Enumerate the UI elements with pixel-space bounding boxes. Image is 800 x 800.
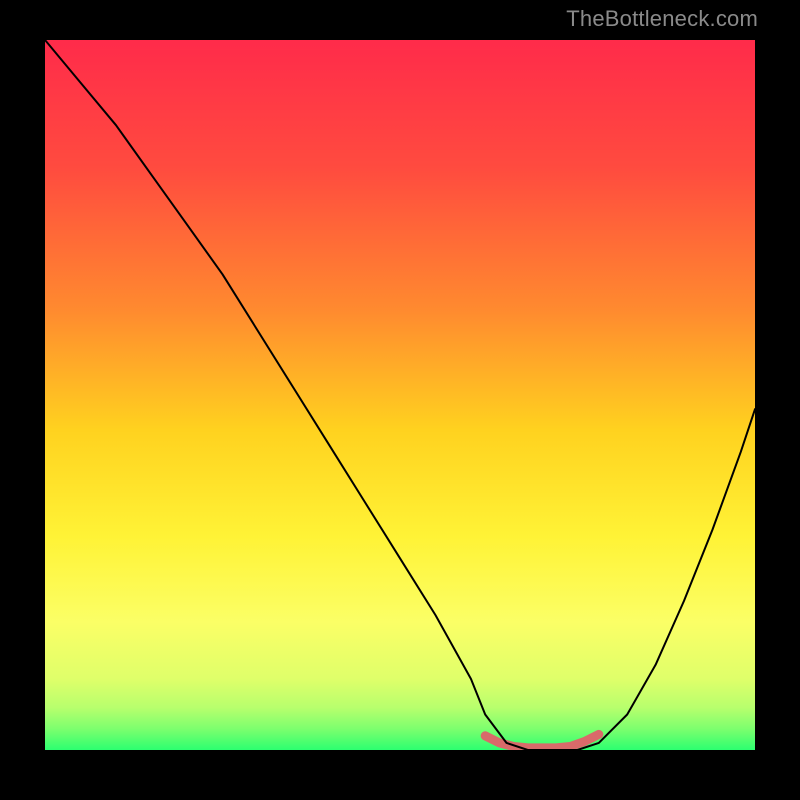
chart-lines [45,40,755,750]
plot-area [45,40,755,750]
watermark-text: TheBottleneck.com [566,6,758,32]
chart-frame: TheBottleneck.com [0,0,800,800]
bottleneck-curve [45,40,755,750]
